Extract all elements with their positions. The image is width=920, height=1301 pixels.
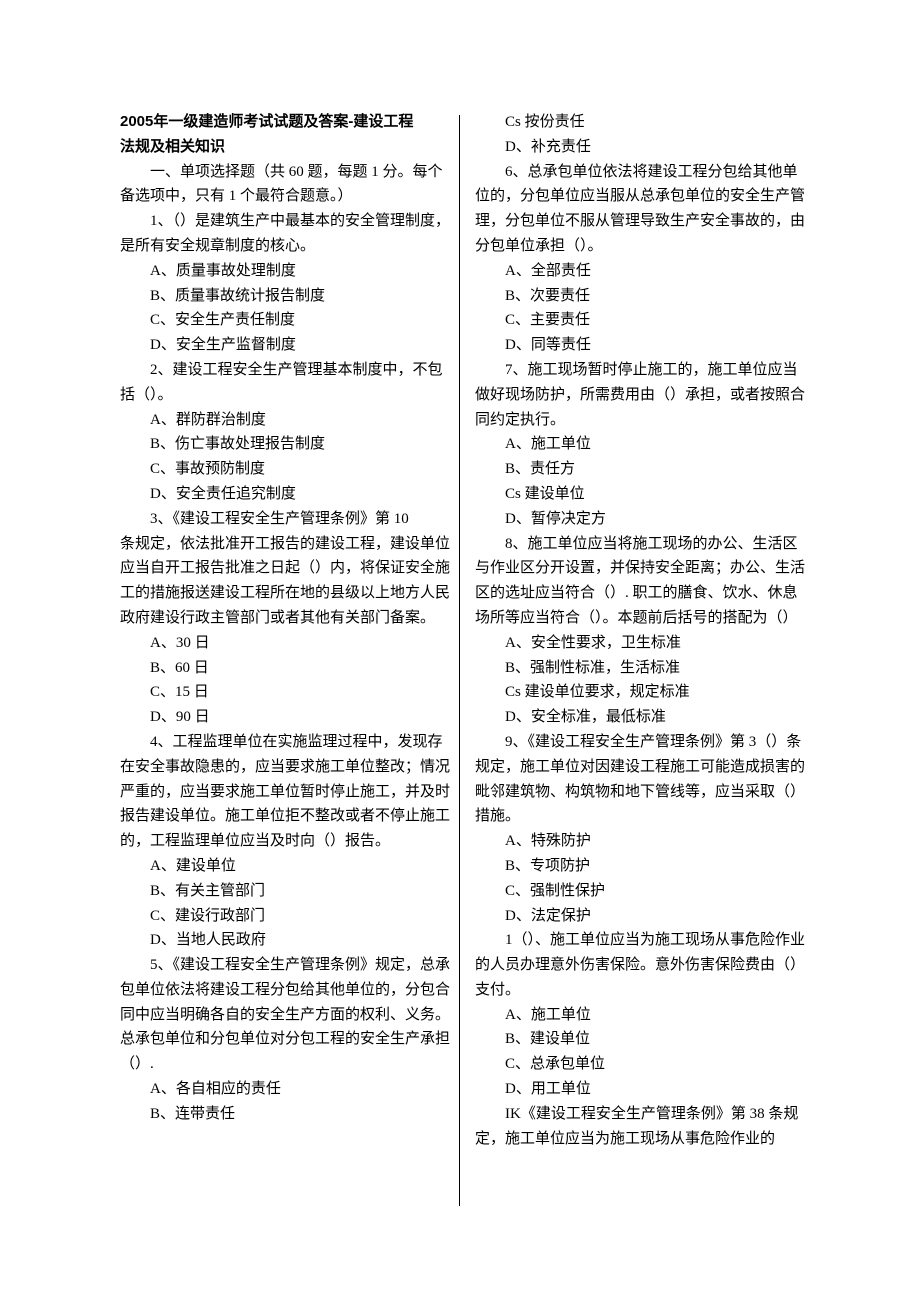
q3-text-rest: 条规定，依法批准开工报告的建设工程，建设单位应当自开工报告批准之日起（）内，将保…: [120, 532, 455, 631]
q7-text: 7、施工现场暂时停止施工的，施工单位应当做好现场防护，所需费用由（）承担，或者按…: [475, 358, 810, 432]
q7-option-c: Cs 建设单位: [475, 482, 810, 507]
q2-option-d: D、安全责任追究制度: [120, 482, 455, 507]
document-page: 2005年一级建造师考试试题及答案-建设工程 法规及相关知识 一、单项选择题（共…: [0, 0, 920, 1301]
q8-option-a: A、安全性要求，卫生标准: [475, 631, 810, 656]
q9-option-c: C、强制性保护: [475, 879, 810, 904]
q6-option-a: A、全部责任: [475, 259, 810, 284]
q7-option-b: B、责任方: [475, 457, 810, 482]
right-column: Cs 按份责任 D、补充责任 6、总承包单位依法将建设工程分包给其他单位的，分包…: [475, 110, 810, 1151]
q2-option-b: B、伤亡事故处理报告制度: [120, 432, 455, 457]
q3-option-c: C、15 日: [120, 680, 455, 705]
q2-text: 2、建设工程安全生产管理基本制度中，不包括（）。: [120, 358, 455, 408]
q10-option-c: C、总承包单位: [475, 1052, 810, 1077]
q11-text: IK《建设工程安全生产管理条例》第 38 条规定，施工单位应当为施工现场从事危险…: [475, 1102, 810, 1152]
q4-option-c: C、建设行政部门: [120, 904, 455, 929]
q9-option-a: A、特殊防护: [475, 829, 810, 854]
q8-option-c: Cs 建设单位要求，规定标准: [475, 680, 810, 705]
q3-option-d: D、90 日: [120, 705, 455, 730]
q4-option-d: D、当地人民政府: [120, 928, 455, 953]
q9-text: 9、《建设工程安全生产管理条例》第 3（）条规定，施工单位对因建设工程施工可能造…: [475, 730, 810, 829]
q1-option-a: A、质量事故处理制度: [120, 259, 455, 284]
q9-option-d: D、法定保护: [475, 904, 810, 929]
column-divider: [459, 115, 460, 1206]
q4-option-b: B、有关主管部门: [120, 879, 455, 904]
q1-option-d: D、安全生产监督制度: [120, 333, 455, 358]
q5-text: 5、《建设工程安全生产管理条例》规定，总承包单位依法将建设工程分包给其他单位的，…: [120, 953, 455, 1077]
q10-option-a: A、施工单位: [475, 1003, 810, 1028]
document-title-line1: 2005年一级建造师考试试题及答案-建设工程: [120, 110, 455, 135]
q5-option-c: Cs 按份责任: [475, 110, 810, 135]
q10-text: 1（）、施工单位应当为施工现场从事危险作业的人员办理意外伤害保险。意外伤害保险费…: [475, 928, 810, 1002]
q8-option-b: B、强制性标准，生活标准: [475, 656, 810, 681]
q4-option-a: A、建设单位: [120, 854, 455, 879]
q6-text: 6、总承包单位依法将建设工程分包给其他单位的，分包单位应当服从总承包单位的安全生…: [475, 160, 810, 259]
q8-text: 8、施工单位应当将施工现场的办公、生活区与作业区分开设置，并保持安全距离；办公、…: [475, 532, 810, 631]
q7-option-d: D、暂停决定方: [475, 507, 810, 532]
q7-option-a: A、施工单位: [475, 432, 810, 457]
q8-option-d: D、安全标准，最低标准: [475, 705, 810, 730]
document-title-line2: 法规及相关知识: [120, 135, 455, 160]
q9-option-b: B、专项防护: [475, 854, 810, 879]
q3-option-a: A、30 日: [120, 631, 455, 656]
q10-option-d: D、用工单位: [475, 1077, 810, 1102]
q3-text-line1: 3、《建设工程安全生产管理条例》第 10: [120, 507, 455, 532]
q1-option-c: C、安全生产责任制度: [120, 308, 455, 333]
left-column: 2005年一级建造师考试试题及答案-建设工程 法规及相关知识 一、单项选择题（共…: [120, 110, 455, 1127]
q6-option-d: D、同等责任: [475, 333, 810, 358]
q5-option-d: D、补充责任: [475, 135, 810, 160]
q1-text: 1、（）是建筑生产中最基本的安全管理制度，是所有安全规章制度的核心。: [120, 209, 455, 259]
q10-option-b: B、建设单位: [475, 1027, 810, 1052]
q5-option-a: A、各自相应的责任: [120, 1077, 455, 1102]
section-intro: 一、单项选择题（共 60 题，每题 1 分。每个备选项中，只有 1 个最符合题意…: [120, 160, 455, 210]
q6-option-b: B、次要责任: [475, 284, 810, 309]
q1-option-b: B、质量事故统计报告制度: [120, 284, 455, 309]
q6-option-c: C、主要责任: [475, 308, 810, 333]
q5-option-b: B、连带责任: [120, 1102, 455, 1127]
q3-option-b: B、60 日: [120, 656, 455, 681]
q4-text: 4、工程监理单位在实施监理过程中，发现存在安全事故隐患的，应当要求施工单位整改；…: [120, 730, 455, 854]
q2-option-c: C、事故预防制度: [120, 457, 455, 482]
q2-option-a: A、群防群治制度: [120, 408, 455, 433]
